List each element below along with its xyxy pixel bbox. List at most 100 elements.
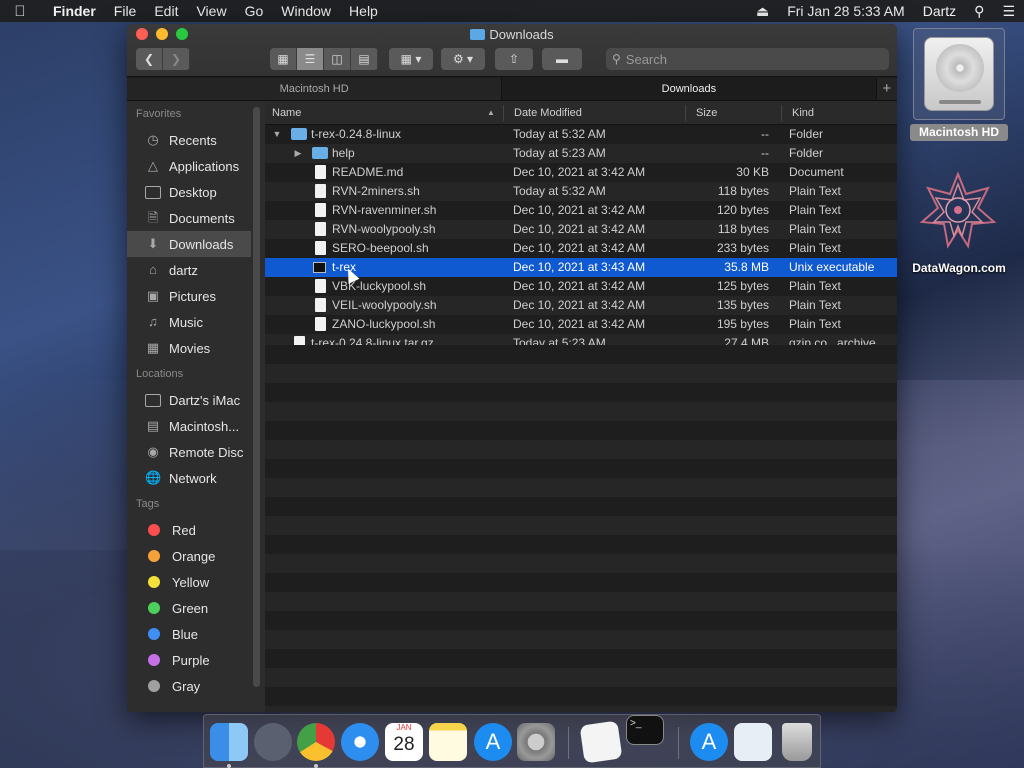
table-row[interactable]: README.md Dec 10, 2021 at 3:42 AM 30 KB … <box>265 163 897 182</box>
sidebar-item-recents[interactable]: ◷ Recents <box>127 127 265 153</box>
share-button[interactable]: ⇧ <box>495 48 533 70</box>
sidebar-item-dartz[interactable]: ⌂ dartz <box>127 257 265 283</box>
table-row[interactable]: SERO-beepool.sh Dec 10, 2021 at 3:42 AM … <box>265 239 897 258</box>
finder-dock-icon[interactable] <box>210 723 248 761</box>
table-row[interactable]: VBK-luckypool.sh Dec 10, 2021 at 3:42 AM… <box>265 277 897 296</box>
sidebar-tag-red[interactable]: Red <box>127 517 265 543</box>
sidebar-item-network[interactable]: 🌐 Network <box>127 465 265 491</box>
sidebar-scrollbar[interactable] <box>253 107 260 687</box>
camera-icon: ▣ <box>146 288 160 303</box>
sidebar-item-music[interactable]: ♫ Music <box>127 309 265 335</box>
sort-chevron-icon[interactable]: ▲ <box>487 101 495 125</box>
sidebar-item-macintosh-hd[interactable]: ▤ Macintosh... <box>127 413 265 439</box>
chrome-dock-icon[interactable] <box>297 723 335 761</box>
action-gear-button[interactable]: ⚙ ▾ <box>441 48 485 70</box>
tags-button[interactable]: ▬ <box>542 48 582 70</box>
tab-bar: Macintosh HD Downloads + <box>127 78 897 101</box>
window-title: Downloads <box>127 27 897 42</box>
sidebar-item-documents[interactable]: 🗎 Documents <box>127 205 265 231</box>
table-row-selected[interactable]: t-rex Dec 10, 2021 at 3:43 AM 35.8 MB Un… <box>265 258 897 277</box>
table-row[interactable]: ZANO-luckypool.sh Dec 10, 2021 at 3:42 A… <box>265 315 897 334</box>
eject-icon[interactable]: ⏏ <box>747 3 778 20</box>
table-row[interactable]: ▼ t-rex-0.24.8-linux Today at 5:32 AM --… <box>265 125 897 144</box>
textedit-dock-icon[interactable] <box>579 720 623 764</box>
documents-stack-dock-icon[interactable] <box>734 723 772 761</box>
gallery-view-button[interactable]: ▤ <box>351 48 378 70</box>
dock: JAN 28 A >_ A <box>203 714 821 768</box>
terminal-dock-icon[interactable]: >_ <box>626 715 664 745</box>
column-header: Name ▲ Date Modified Size Kind <box>265 101 897 125</box>
menu-edit[interactable]: Edit <box>145 3 187 19</box>
back-button[interactable]: ❮ <box>136 48 163 70</box>
forward-button[interactable]: ❯ <box>163 48 190 70</box>
document-icon <box>315 222 326 236</box>
desktop-datawagon-label[interactable]: DataWagon.com <box>900 261 1018 275</box>
file-rows: ▼ t-rex-0.24.8-linux Today at 5:32 AM --… <box>265 125 897 353</box>
sidebar-tag-green[interactable]: Green <box>127 595 265 621</box>
disclosure-expanded-icon[interactable]: ▼ <box>272 125 282 144</box>
datawagon-logo-icon[interactable] <box>918 170 998 250</box>
column-size[interactable]: Size <box>696 101 717 125</box>
calendar-dock-icon[interactable]: JAN 28 <box>385 723 423 761</box>
downloads-stack-dock-icon[interactable]: A <box>690 723 728 761</box>
sidebar-tag-orange[interactable]: Orange <box>127 543 265 569</box>
table-row[interactable]: ▶ help Today at 5:23 AM -- Folder <box>265 144 897 163</box>
menu-help[interactable]: Help <box>340 3 387 19</box>
menu-app-name[interactable]: Finder <box>40 3 105 19</box>
tag-dot-icon <box>148 654 160 666</box>
sidebar-tag-gray[interactable]: Gray <box>127 673 265 699</box>
finder-window: Downloads ❮ ❯ ▦ ☰ ◫ ▤ ▦ ▾ ⚙ ▾ ⇧ ▬ ⚲ Sear… <box>127 24 897 712</box>
sidebar-tag-yellow[interactable]: Yellow <box>127 569 265 595</box>
column-kind[interactable]: Kind <box>792 101 814 125</box>
globe-icon: 🌐 <box>145 470 162 485</box>
document-icon <box>315 298 326 312</box>
menu-window[interactable]: Window <box>272 3 340 19</box>
trash-dock-icon[interactable] <box>782 723 812 761</box>
search-input[interactable]: ⚲ Search <box>606 48 889 70</box>
tag-dot-icon <box>148 524 160 536</box>
sidebar-tag-blue[interactable]: Blue <box>127 621 265 647</box>
tab-macintosh-hd[interactable]: Macintosh HD <box>127 78 501 100</box>
sidebar-item-pictures[interactable]: ▣ Pictures <box>127 283 265 309</box>
sidebar-item-remote-disc[interactable]: ◉ Remote Disc <box>127 439 265 465</box>
sidebar-item-movies[interactable]: ▦ Movies <box>127 335 265 361</box>
tab-downloads[interactable]: Downloads <box>501 78 876 100</box>
desktop-hd-label[interactable]: Macintosh HD <box>910 124 1008 141</box>
safari-dock-icon[interactable] <box>341 723 379 761</box>
spotlight-icon[interactable]: ⚲ <box>965 3 993 20</box>
new-tab-button[interactable]: + <box>875 78 897 100</box>
sidebar-item-downloads[interactable]: ⬇ Downloads <box>127 231 251 257</box>
system-preferences-dock-icon[interactable] <box>517 723 555 761</box>
documents-icon: 🗎 <box>147 210 159 225</box>
app-store-dock-icon[interactable]: A <box>474 723 512 761</box>
group-by-button[interactable]: ▦ ▾ <box>389 48 433 70</box>
column-view-button[interactable]: ◫ <box>324 48 351 70</box>
table-row[interactable]: RVN-ravenminer.sh Dec 10, 2021 at 3:42 A… <box>265 201 897 220</box>
list-view-button[interactable]: ☰ <box>297 48 324 70</box>
nav-buttons: ❮ ❯ <box>136 48 190 70</box>
menu-user[interactable]: Dartz <box>914 3 965 19</box>
menu-clock[interactable]: Fri Jan 28 5:33 AM <box>778 3 914 19</box>
document-icon <box>315 317 326 331</box>
table-row[interactable]: RVN-woolypooly.sh Dec 10, 2021 at 3:42 A… <box>265 220 897 239</box>
desktop-hard-drive-icon[interactable] <box>913 28 1005 120</box>
notification-center-icon[interactable]: ☰ <box>993 3 1024 20</box>
table-row[interactable]: VEIL-woolypooly.sh Dec 10, 2021 at 3:42 … <box>265 296 897 315</box>
notes-dock-icon[interactable] <box>429 723 467 761</box>
sidebar-tag-purple[interactable]: Purple <box>127 647 265 673</box>
sidebar-item-applications[interactable]: △ Applications <box>127 153 265 179</box>
launchpad-dock-icon[interactable] <box>254 723 292 761</box>
menu-go[interactable]: Go <box>236 3 273 19</box>
column-name[interactable]: Name <box>272 101 301 125</box>
empty-list-area[interactable] <box>265 345 897 712</box>
icon-view-button[interactable]: ▦ <box>270 48 297 70</box>
apple-menu-icon[interactable]:  <box>0 3 40 20</box>
menu-view[interactable]: View <box>187 3 235 19</box>
column-date-modified[interactable]: Date Modified <box>514 101 582 125</box>
sidebar-item-imac[interactable]: Dartz's iMac <box>127 387 265 413</box>
table-row[interactable]: RVN-2miners.sh Today at 5:32 AM 118 byte… <box>265 182 897 201</box>
sidebar-item-desktop[interactable]: Desktop <box>127 179 265 205</box>
menu-file[interactable]: File <box>105 3 146 19</box>
disclosure-collapsed-icon[interactable]: ▶ <box>293 144 303 163</box>
music-note-icon: ♫ <box>148 314 158 329</box>
